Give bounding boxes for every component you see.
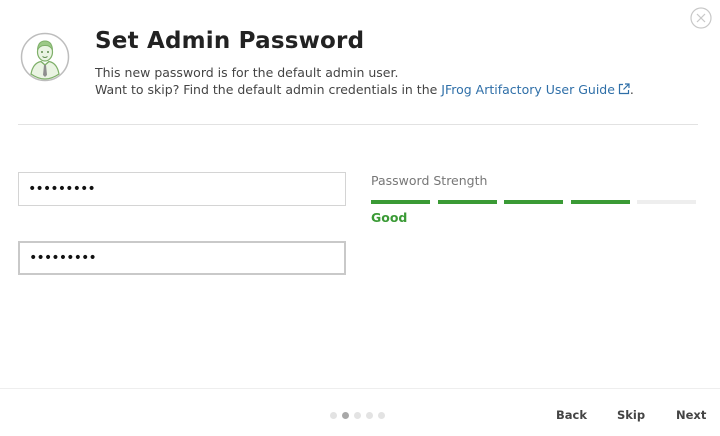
strength-segment [637, 200, 696, 204]
confirm-password-field[interactable] [18, 241, 346, 275]
description-line-1: This new password is for the default adm… [95, 65, 399, 80]
step-dot [330, 412, 337, 419]
header-divider [18, 124, 698, 125]
back-button[interactable]: Back [556, 408, 587, 422]
external-link-icon [618, 83, 630, 95]
password-field[interactable] [18, 172, 346, 206]
admin-avatar-icon [20, 32, 70, 82]
description-line-2-prefix: Want to skip? Find the default admin cre… [95, 82, 442, 97]
strength-segment [570, 200, 630, 204]
footer-divider [0, 388, 720, 389]
admin-avatar [20, 32, 70, 82]
skip-button[interactable]: Skip [617, 408, 645, 422]
strength-segment [437, 200, 497, 204]
description: This new password is for the default adm… [95, 64, 634, 98]
description-line-2-suffix: . [629, 82, 634, 97]
next-button[interactable]: Next [676, 408, 706, 422]
user-guide-link-label: JFrog Artifactory User Guide [441, 82, 615, 97]
password-strength-label: Password Strength [371, 173, 488, 188]
step-dot [378, 412, 385, 419]
description-line-2: Want to skip? Find the default admin cre… [95, 81, 634, 98]
close-circle-icon [690, 7, 712, 29]
strength-segment [371, 200, 430, 204]
step-dot [366, 412, 373, 419]
step-dot [342, 412, 349, 419]
user-guide-link[interactable]: JFrog Artifactory User Guide [441, 82, 630, 97]
close-button[interactable] [690, 7, 712, 29]
password-strength-value: Good [371, 210, 408, 225]
strength-segment [504, 200, 563, 204]
step-dot [354, 412, 361, 419]
page-title: Set Admin Password [95, 28, 365, 54]
